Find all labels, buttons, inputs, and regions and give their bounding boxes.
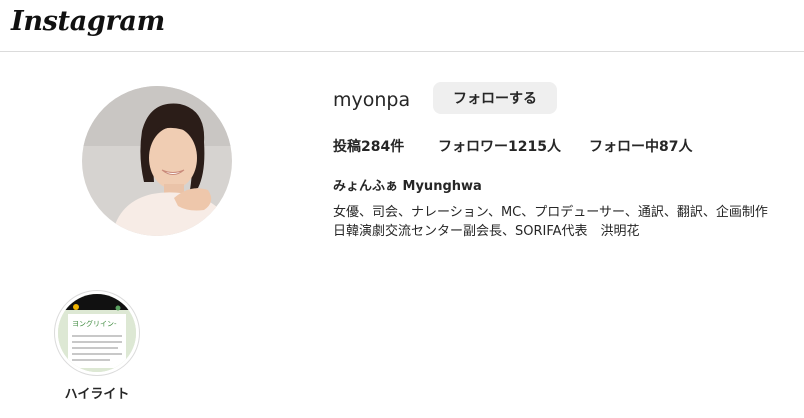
bio-line: 日韓演劇交流センター副会長、SORIFA代表 洪明花	[333, 224, 640, 239]
profile-avatar[interactable]	[82, 86, 232, 236]
avatar-photo	[82, 86, 232, 236]
profile-username: myonpa	[333, 89, 411, 111]
top-navigation-bar: Instagram	[0, 0, 804, 52]
highlight-cover-graphic: ヨングリイン-	[58, 294, 136, 372]
story-highlight[interactable]: ヨングリイン-	[54, 290, 140, 376]
followers-count-link[interactable]: フォロワー1215人	[438, 136, 561, 156]
profile-bio: 女優、司会、ナレーション、MC、プロデューサー、通訳、翻訳、企画制作 日韓演劇交…	[333, 203, 803, 241]
bio-line: 女優、司会、ナレーション、MC、プロデューサー、通訳、翻訳、企画制作	[333, 205, 768, 220]
profile-full-name: みょんふぁ Myunghwa	[333, 179, 482, 194]
follow-button[interactable]: フォローする	[433, 82, 557, 114]
highlight-cover-image: ヨングリイン-	[58, 294, 136, 372]
following-count-link[interactable]: フォロー中87人	[589, 136, 692, 156]
posts-count: 投稿284件	[333, 139, 405, 155]
highlight-label[interactable]: ハイライト	[50, 383, 144, 402]
highlight-cover-title: ヨングリイン-	[72, 319, 117, 328]
instagram-logo[interactable]: Instagram	[11, 6, 165, 37]
